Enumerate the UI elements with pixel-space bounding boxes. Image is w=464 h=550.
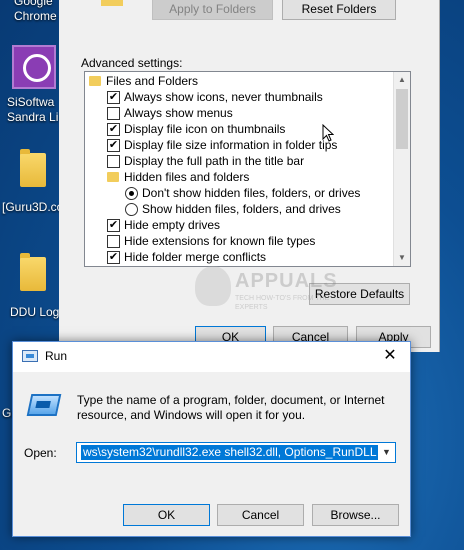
tree-row[interactable]: Hide extensions for known file types xyxy=(85,233,393,249)
tree-row-label: Hide empty drives xyxy=(124,218,221,232)
advanced-settings-tree[interactable]: Files and Folders ✔ Always show icons, nev… xyxy=(84,71,411,267)
run-dialog: Run ✕ Type the name of a program, folder… xyxy=(12,341,411,537)
radio-icon[interactable] xyxy=(125,203,138,216)
scroll-thumb[interactable] xyxy=(396,89,408,149)
tree-row-label: Hidden files and folders xyxy=(124,170,250,184)
watermark-logo-icon xyxy=(195,266,231,306)
close-icon[interactable]: ✕ xyxy=(370,342,410,372)
checkbox-checked-icon[interactable]: ✔ xyxy=(107,123,120,136)
sisoftware-icon[interactable] xyxy=(12,45,56,89)
tree-scrollbar[interactable]: ▲ ▼ xyxy=(393,72,410,266)
folder-icon[interactable] xyxy=(20,149,46,187)
tree-row-label: Display file size information in folder … xyxy=(124,138,338,152)
tree-row[interactable]: ✔ Always show icons, never thumbnails xyxy=(85,89,393,105)
folder-icon xyxy=(107,172,119,182)
run-title: Run xyxy=(45,349,68,363)
run-description: Type the name of a program, folder, docu… xyxy=(77,393,385,422)
tree-row-label: Always show icons, never thumbnails xyxy=(124,90,323,104)
tree-row[interactable]: ✔ Display file icon on thumbnails xyxy=(85,121,393,137)
watermark-subtitle: TECH HOW-TO'S FROM THE EXPERTS xyxy=(235,295,330,311)
mouse-cursor-icon xyxy=(322,124,334,142)
tree-row[interactable]: ✔ Display file size information in folder… xyxy=(85,137,393,153)
tree-row[interactable]: Always show menus xyxy=(85,105,393,121)
checkbox-checked-icon[interactable]: ✔ xyxy=(107,219,120,232)
tree-row[interactable]: Display the full path in the title bar xyxy=(85,153,393,169)
tree-row-label: Show hidden files, folders, and drives xyxy=(142,202,341,216)
tree-row-label: Display file icon on thumbnails xyxy=(124,122,286,136)
checkbox-checked-icon[interactable]: ✔ xyxy=(107,251,120,264)
desktop-icon-chrome-label[interactable]: Google Chrome xyxy=(14,0,57,24)
desktop-icon-guru3d-label[interactable]: [Guru3D.co xyxy=(2,200,63,215)
scroll-up-icon[interactable]: ▲ xyxy=(394,72,410,88)
tree-row[interactable]: Files and Folders xyxy=(85,73,393,89)
folder-icon xyxy=(89,76,101,86)
checkbox-checked-icon[interactable]: ✔ xyxy=(107,91,120,104)
desktop-icon-ddu-label[interactable]: DDU Log xyxy=(10,305,59,320)
watermark-title: APPUALS xyxy=(235,270,338,292)
apply-to-folders-button[interactable]: Apply to Folders xyxy=(152,0,273,20)
folder-icon xyxy=(101,0,123,6)
tree-row-label: Always show menus xyxy=(124,106,233,120)
run-browse-button[interactable]: Browse... xyxy=(312,504,399,526)
checkbox-icon[interactable] xyxy=(107,107,120,120)
appuals-watermark: APPUALS TECH HOW-TO'S FROM THE EXPERTS xyxy=(195,262,338,332)
scroll-down-icon[interactable]: ▼ xyxy=(394,250,410,266)
tree-row-label: Don't show hidden files, folders, or dri… xyxy=(142,186,361,200)
tree-row[interactable]: Don't show hidden files, folders, or dri… xyxy=(85,185,393,201)
tree-row-label: Files and Folders xyxy=(106,74,199,88)
run-titlebar[interactable]: Run ✕ xyxy=(13,342,410,372)
tree-row[interactable]: Hidden files and folders xyxy=(85,169,393,185)
advanced-settings-label: Advanced settings: xyxy=(81,56,183,70)
desktop-icon-sisoftware-label[interactable]: SiSoftwa Sandra Li xyxy=(7,95,58,125)
reset-folders-button[interactable]: Reset Folders xyxy=(282,0,396,20)
checkbox-icon[interactable] xyxy=(107,235,120,248)
run-app-icon xyxy=(22,350,38,362)
run-ok-button[interactable]: OK xyxy=(123,504,210,526)
checkbox-checked-icon[interactable]: ✔ xyxy=(107,139,120,152)
tree-row-label: Hide extensions for known file types xyxy=(124,234,316,248)
open-label: Open: xyxy=(24,446,57,460)
tree-row[interactable]: ✔ Hide empty drives xyxy=(85,217,393,233)
checkbox-icon[interactable] xyxy=(107,155,120,168)
tree-row-label: Display the full path in the title bar xyxy=(124,154,305,168)
folder-icon[interactable] xyxy=(20,253,46,291)
chevron-down-icon[interactable]: ▼ xyxy=(378,443,395,462)
run-cancel-button[interactable]: Cancel xyxy=(217,504,304,526)
run-program-icon xyxy=(26,394,62,416)
open-input-value[interactable]: ws\system32\rundll32.exe shell32.dll, Op… xyxy=(81,445,389,460)
open-input[interactable]: ws\system32\rundll32.exe shell32.dll, Op… xyxy=(76,442,396,463)
tree-row[interactable]: Show hidden files, folders, and drives xyxy=(85,201,393,217)
radio-selected-icon[interactable] xyxy=(125,187,138,200)
